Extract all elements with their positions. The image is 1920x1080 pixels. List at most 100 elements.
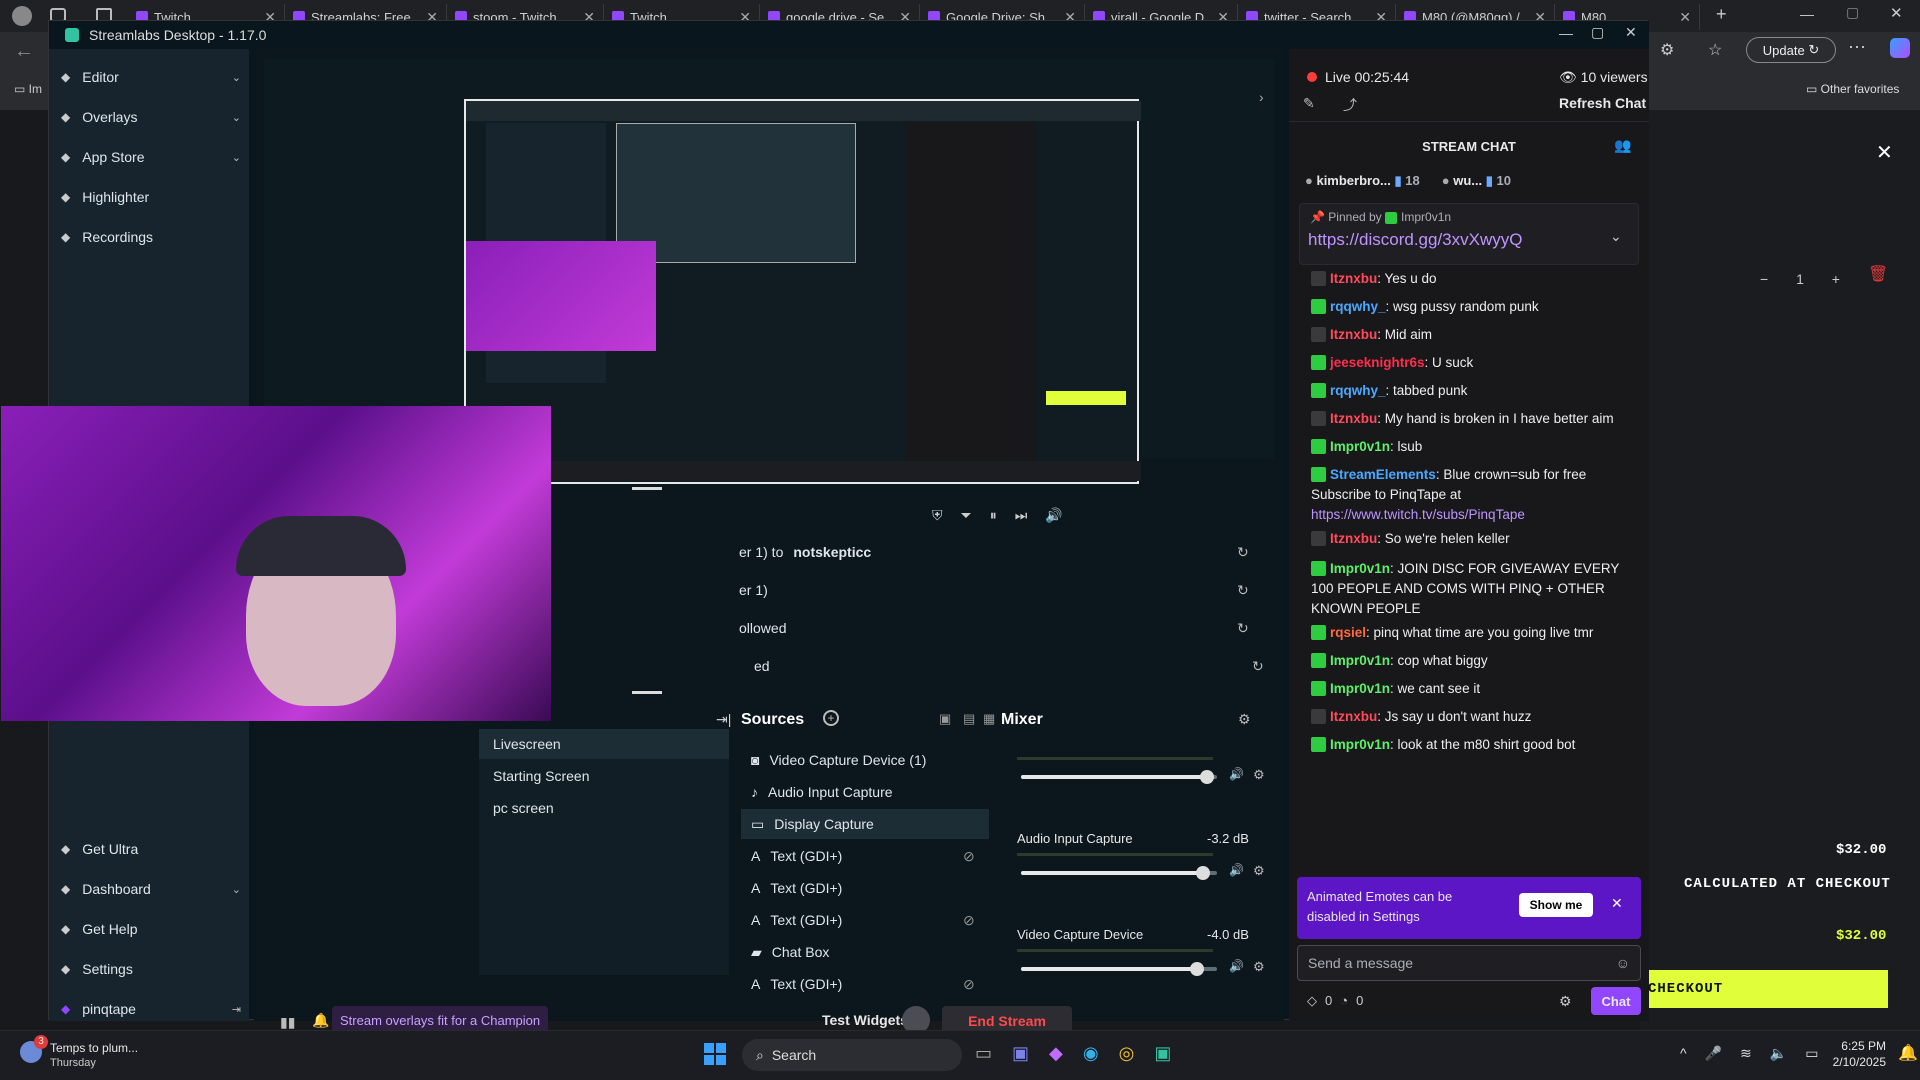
volume-slider[interactable] [1021, 770, 1217, 784]
logout-icon[interactable]: ⇥ [232, 1003, 241, 1016]
collapse-chevron-icon[interactable]: › [1259, 89, 1264, 105]
plus-icon[interactable]: + [1832, 271, 1840, 287]
copilot-icon[interactable] [1890, 38, 1910, 58]
chat-username[interactable]: Impr0v1n [1330, 561, 1390, 576]
expand-pin-icon[interactable]: ⌄ [1610, 228, 1622, 245]
sidebar-item-recordings[interactable]: ◆ Recordings [61, 229, 241, 245]
filter-icon[interactable]: ⏷ [961, 507, 972, 524]
chat-username[interactable]: jeeseknightr6s [1330, 355, 1425, 370]
add-folder-icon[interactable]: ▦ [983, 711, 995, 727]
source-item[interactable]: ♪ Audio Input Capture [741, 777, 989, 807]
maximize-window-button[interactable]: ▢ [1591, 24, 1604, 41]
skip-icon[interactable]: ⏭ [1015, 507, 1028, 524]
eye-off-icon[interactable]: ⊘ [963, 976, 975, 993]
channel-points[interactable]: ◇ 0 ◔ 0 [1307, 993, 1363, 1009]
scene-item[interactable]: pc screen [479, 793, 729, 823]
source-item[interactable]: ◙ Video Capture Device (1) [741, 745, 989, 775]
top-chatter[interactable]: ● wu... ▮ 10 [1442, 173, 1511, 189]
replay-icon[interactable]: ↻ [1237, 620, 1249, 637]
refresh-chat-button[interactable]: Refresh Chat [1559, 95, 1646, 111]
chat-username[interactable]: Itznxbu [1330, 411, 1377, 426]
chat-username[interactable]: Itznxbu [1330, 271, 1377, 286]
chat-username[interactable]: rqqwhy_ [1330, 383, 1386, 398]
sidebar-item-editor[interactable]: ◆ Editor ⌄ [61, 69, 241, 85]
clock-date[interactable]: 2/10/2025 [1816, 1055, 1886, 1069]
profile-avatar[interactable] [12, 6, 32, 26]
chat-username[interactable]: Impr0v1n [1330, 737, 1390, 752]
trash-icon[interactable]: 🗑 [1868, 264, 1888, 284]
close-notice-icon[interactable]: ✕ [1611, 895, 1623, 912]
scene-transition-icon[interactable]: ⇥| [716, 711, 731, 728]
maximize-browser-button[interactable]: ▢ [1846, 4, 1859, 21]
chat-username[interactable]: Impr0v1n [1330, 681, 1390, 696]
sidebar-item-highlighter[interactable]: ◆ Highlighter [61, 189, 241, 205]
teams-icon[interactable]: ▣ [1012, 1043, 1029, 1064]
sidebar-item-settings[interactable]: ◆ Settings [61, 961, 241, 977]
streamlabs-app-icon[interactable]: ▣ [1154, 1043, 1171, 1064]
replay-icon[interactable]: ↻ [1252, 658, 1264, 675]
minimize-window-button[interactable]: — [1559, 25, 1573, 41]
edit-icon[interactable]: ✎ [1303, 95, 1315, 112]
show-me-button[interactable]: Show me [1519, 893, 1593, 917]
close-cart-icon[interactable]: ✕ [1876, 140, 1893, 165]
chat-send-button[interactable]: Chat [1591, 987, 1641, 1015]
back-icon[interactable]: ← [14, 40, 34, 63]
notifications-bell-icon[interactable]: 🔔 [1898, 1043, 1918, 1063]
scene-item[interactable]: Livescreen [479, 729, 729, 759]
sidebar-item-dashboard[interactable]: ◆ Dashboard ⌄ [61, 881, 241, 897]
task-view-icon[interactable]: ▭ [975, 1043, 992, 1064]
chat-username[interactable]: Impr0v1n [1330, 653, 1390, 668]
more-icon[interactable]: ⋯ [1848, 37, 1866, 58]
close-window-button[interactable]: ✕ [1625, 24, 1637, 41]
start-icon[interactable] [704, 1043, 726, 1065]
resize-handle-2[interactable] [632, 691, 662, 694]
chat-username[interactable]: rqsiel [1330, 625, 1366, 640]
tray-chevron-icon[interactable]: ^ [1680, 1045, 1687, 1062]
volume-icon[interactable]: 🔊 [1045, 507, 1062, 524]
chat-username[interactable]: Impr0v1n [1330, 439, 1390, 454]
speaker-icon[interactable]: 🔊 [1229, 767, 1244, 781]
volume-knob[interactable] [1196, 866, 1211, 880]
notification-icon[interactable]: 🔔 [312, 1012, 329, 1029]
volume-slider[interactable] [1021, 962, 1217, 976]
close-tab-icon[interactable]: ✕ [1679, 9, 1691, 26]
bookmark-im[interactable]: ▭ Im [14, 82, 42, 96]
mic-tray-icon[interactable]: 🎤 [1705, 1045, 1722, 1062]
pause-icon[interactable]: ⏸ [990, 507, 997, 524]
folder-icon[interactable]: ▣ [939, 711, 951, 727]
source-item[interactable]: A Text (GDI+) ⊘ [741, 969, 989, 999]
close-browser-button[interactable]: ✕ [1890, 4, 1903, 22]
chrome-icon[interactable]: ◎ [1119, 1043, 1135, 1064]
edge-icon[interactable]: ◉ [1083, 1043, 1099, 1064]
minus-icon[interactable]: − [1760, 271, 1768, 287]
sidebar-item-get-help[interactable]: ◆ Get Help [61, 921, 241, 937]
resize-handle[interactable] [632, 487, 662, 490]
volume-knob[interactable] [1190, 962, 1205, 976]
new-tab-button[interactable]: + [1716, 4, 1727, 25]
source-item[interactable]: A Text (GDI+) [741, 873, 989, 903]
preview-display-capture[interactable] [464, 99, 1141, 484]
channel-settings-icon[interactable]: ⚙ [1253, 767, 1265, 783]
clock-time[interactable]: 6:25 PM [1816, 1039, 1886, 1053]
users-icon[interactable]: 👥 [1614, 137, 1631, 154]
scene-icon[interactable]: ▤ [963, 711, 975, 727]
volume-knob[interactable] [1200, 770, 1215, 784]
source-item[interactable]: A Text (GDI+) ⊘ [741, 905, 989, 935]
copilot-app-icon[interactable]: ◆ [1049, 1043, 1063, 1064]
eye-off-icon[interactable]: ⊘ [963, 848, 975, 865]
speaker-icon[interactable]: 🔊 [1229, 863, 1244, 877]
speaker-icon[interactable]: 🔊 [1229, 959, 1244, 973]
quantity-stepper[interactable]: − 1 + [1760, 264, 1840, 294]
channel-settings-icon[interactable]: ⚙ [1253, 863, 1265, 879]
minimize-browser-button[interactable]: — [1800, 6, 1814, 22]
chat-settings-icon[interactable]: ⚙ [1559, 993, 1572, 1010]
mixer-settings-icon[interactable]: ⚙ [1238, 711, 1251, 728]
test-widgets-button[interactable]: Test Widgets [822, 1012, 908, 1028]
chat-username[interactable]: Itznxbu [1330, 709, 1377, 724]
checkout-button[interactable]: CHECKOUT [1648, 970, 1888, 1008]
channel-settings-icon[interactable]: ⚙ [1253, 959, 1265, 975]
source-item[interactable]: ▰ Chat Box [741, 937, 989, 967]
eye-off-icon[interactable]: ⊘ [963, 912, 975, 929]
sidebar-item-app-store[interactable]: ◆ App Store ⌄ [61, 149, 241, 165]
taskbar-search[interactable]: ⌕ Search [742, 1039, 962, 1071]
